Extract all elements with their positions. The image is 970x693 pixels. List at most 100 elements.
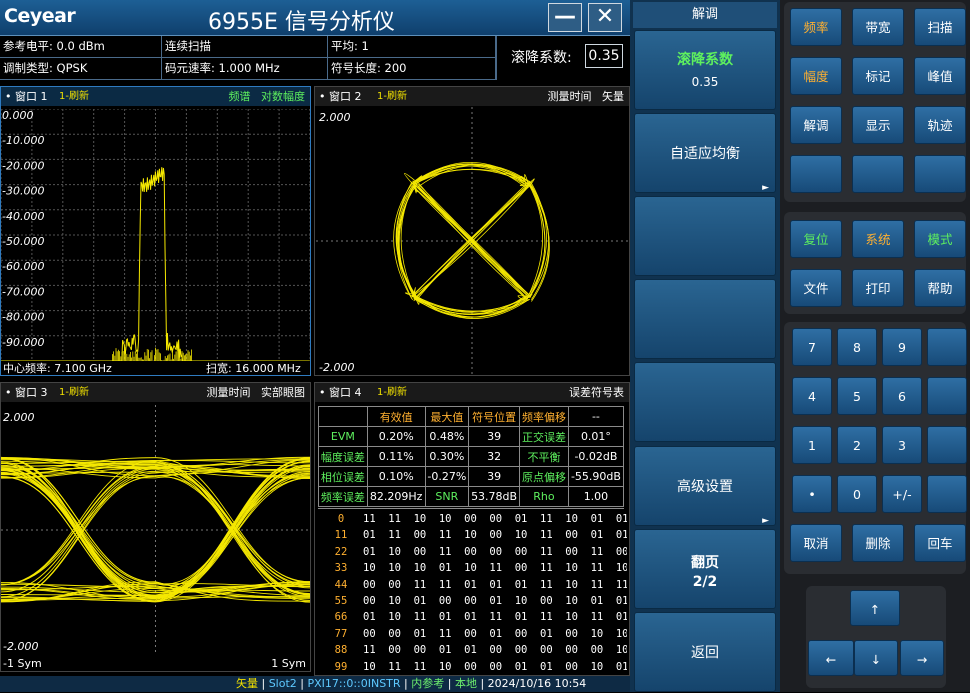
numpad-key-8[interactable]: 1	[792, 426, 832, 464]
window-2-mode-time: 测量时间	[548, 90, 592, 103]
error-table-row: 相位误差 0.10% -0.27% 39 原点偏移 -55.90dB	[319, 467, 624, 487]
status-slot: Slot2	[269, 677, 297, 690]
window-2-vector[interactable]: • 窗口 2 1-刷新 测量时间 矢量 2.000 -2.000	[314, 86, 630, 376]
vector-ybottom: -2.000	[319, 361, 354, 374]
numpad-key-14[interactable]: +/-	[882, 475, 922, 513]
error-table-row: EVM 0.20% 0.48% 39 正交误差 0.01°	[319, 427, 624, 447]
softkey-header: 解调	[633, 2, 777, 28]
window-4-error-table[interactable]: • 窗口 4 1-刷新 误差符号表 有效值 最大值 符号位置 频率偏移 -- EVM 0.2…	[314, 382, 630, 676]
numpad-key-17[interactable]: 删除	[852, 524, 904, 562]
symbol-bits: 00 10 01 00 00 01 10 00 10 01 01	[363, 595, 627, 607]
eye-plot	[1, 405, 310, 655]
softkey-back[interactable]: 返回	[634, 612, 776, 692]
status-mode: 矢量	[236, 677, 258, 690]
error-table-cell: 53.78dB	[469, 487, 520, 507]
key-5[interactable]: 帮助	[914, 269, 966, 307]
window-2-title: • 窗口 2	[319, 87, 361, 106]
symbol-index: 55	[319, 595, 363, 607]
symbol-index: 0	[319, 513, 363, 525]
key-2[interactable]: 扫描	[914, 8, 966, 46]
symbol-index: 33	[319, 562, 363, 574]
sweep-mode: 连续扫描	[162, 36, 328, 58]
arrow-right-key[interactable]: →	[900, 640, 944, 676]
spectrum-y-tick: -40.000	[2, 210, 44, 223]
window-1-refresh: 1-刷新	[59, 87, 89, 106]
close-button[interactable]: ✕	[588, 3, 622, 32]
blank-key[interactable]	[927, 328, 967, 366]
error-table-cell: 符号位置	[469, 407, 520, 427]
softkey-page-number: 2/2	[635, 574, 775, 590]
numpad-key-10[interactable]: 3	[882, 426, 922, 464]
numpad-key-13[interactable]: 0	[837, 475, 877, 513]
symbol-row: 55 00 10 01 00 00 01 10 00 10 01 01	[319, 595, 627, 607]
arrow-up-key[interactable]: ↑	[850, 590, 900, 626]
key-8[interactable]: 轨迹	[914, 106, 966, 144]
error-summary-table: 有效值 最大值 符号位置 频率偏移 -- EVM 0.20% 0.48% 39 正交误差 0.01°…	[318, 406, 624, 507]
softkey-empty-3[interactable]	[634, 362, 776, 442]
window-3-eye[interactable]: • 窗口 3 1-刷新 测量时间 实部眼图 2.000 -2.000 -1 Sy…	[0, 382, 311, 672]
softkey-empty-2[interactable]	[634, 279, 776, 359]
error-table-row: 幅度误差 0.11% 0.30% 32 不平衡 -0.02dB	[319, 447, 624, 467]
numpad-key-9[interactable]: 2	[837, 426, 877, 464]
symbol-index: 99	[319, 661, 363, 673]
softkey-adaptive-eq[interactable]: 自适应均衡 ►	[634, 113, 776, 193]
numpad-key-1[interactable]: 8	[837, 328, 877, 366]
eye-ybottom: -2.000	[3, 640, 38, 653]
modulation-type: 调制类型: QPSK	[0, 58, 162, 80]
window-2-refresh: 1-刷新	[377, 87, 407, 106]
key-0[interactable]: 复位	[790, 220, 842, 258]
symbol-bits: 11 00 00 01 01 00 00 00 00 00 10	[363, 644, 627, 656]
key-4[interactable]: 打印	[852, 269, 904, 307]
softkey-empty-1[interactable]	[634, 196, 776, 276]
vector-traces	[394, 162, 550, 318]
key-2[interactable]: 模式	[914, 220, 966, 258]
window-1-spectrum[interactable]: • 窗口 1 1-刷新 频谱 对数幅度 0.000 -10.000 -20.000 -…	[0, 86, 311, 376]
key-1[interactable]: 带宽	[852, 8, 904, 46]
blank-key[interactable]	[852, 155, 904, 193]
spectrum-y-tick: -30.000	[2, 185, 44, 198]
numpad-key-2[interactable]: 9	[882, 328, 922, 366]
softkey-page[interactable]: 翻页 2/2	[634, 529, 776, 609]
key-4[interactable]: 标记	[852, 57, 904, 95]
blank-key[interactable]	[914, 155, 966, 193]
key-3[interactable]: 文件	[790, 269, 842, 307]
softkey-advanced[interactable]: 高级设置 ►	[634, 446, 776, 526]
numpad-key-6[interactable]: 6	[882, 377, 922, 415]
key-5[interactable]: 峰值	[914, 57, 966, 95]
window-2-header: • 窗口 2 1-刷新 测量时间 矢量	[315, 87, 629, 106]
arrow-left-key[interactable]: ←	[808, 640, 854, 676]
error-table-cell: 0.10%	[367, 467, 425, 487]
numpad-key-0[interactable]: 7	[792, 328, 832, 366]
error-table-cell: 0.01°	[568, 427, 623, 447]
window-1-mode-spectrum: 频谱	[229, 90, 251, 103]
rolloff-value[interactable]: 0.35	[585, 44, 623, 68]
numpad-key-16[interactable]: 取消	[790, 524, 842, 562]
blank-key[interactable]	[927, 377, 967, 415]
numpad-key-18[interactable]: 回车	[914, 524, 966, 562]
key-0[interactable]: 频率	[790, 8, 842, 46]
blank-key[interactable]	[927, 426, 967, 464]
window-3-title: • 窗口 3	[5, 383, 47, 402]
numpad-key-4[interactable]: 4	[792, 377, 832, 415]
error-table-cell: 不平衡	[520, 447, 569, 467]
window-3-header: • 窗口 3 1-刷新 测量时间 实部眼图	[1, 383, 310, 402]
key-7[interactable]: 显示	[852, 106, 904, 144]
key-6[interactable]: 解调	[790, 106, 842, 144]
error-table-cell: 32	[469, 447, 520, 467]
arrow-down-key[interactable]: ↓	[854, 640, 898, 676]
blank-key[interactable]	[790, 155, 842, 193]
numpad-key-12[interactable]: •	[792, 475, 832, 513]
softkey-rolloff[interactable]: 滚降系数 0.35	[634, 30, 776, 110]
error-table-cell: 幅度误差	[319, 447, 368, 467]
symbol-bits: 00 00 01 11 00 01 00 01 00 10 10	[363, 628, 627, 640]
error-table-cell: 原点偏移	[520, 467, 569, 487]
spectrum-y-tick: -80.000	[2, 311, 44, 324]
key-3[interactable]: 幅度	[790, 57, 842, 95]
numpad-key-5[interactable]: 5	[837, 377, 877, 415]
minimize-button[interactable]: —	[548, 3, 582, 32]
blank-key[interactable]	[927, 475, 967, 513]
error-table-row: 有效值 最大值 符号位置 频率偏移 --	[319, 407, 624, 427]
key-1[interactable]: 系统	[852, 220, 904, 258]
softkey-adaptive-eq-label: 自适应均衡	[670, 146, 740, 162]
symbol-bits: 00 00 11 11 01 01 01 11 10 11 11	[363, 579, 627, 591]
